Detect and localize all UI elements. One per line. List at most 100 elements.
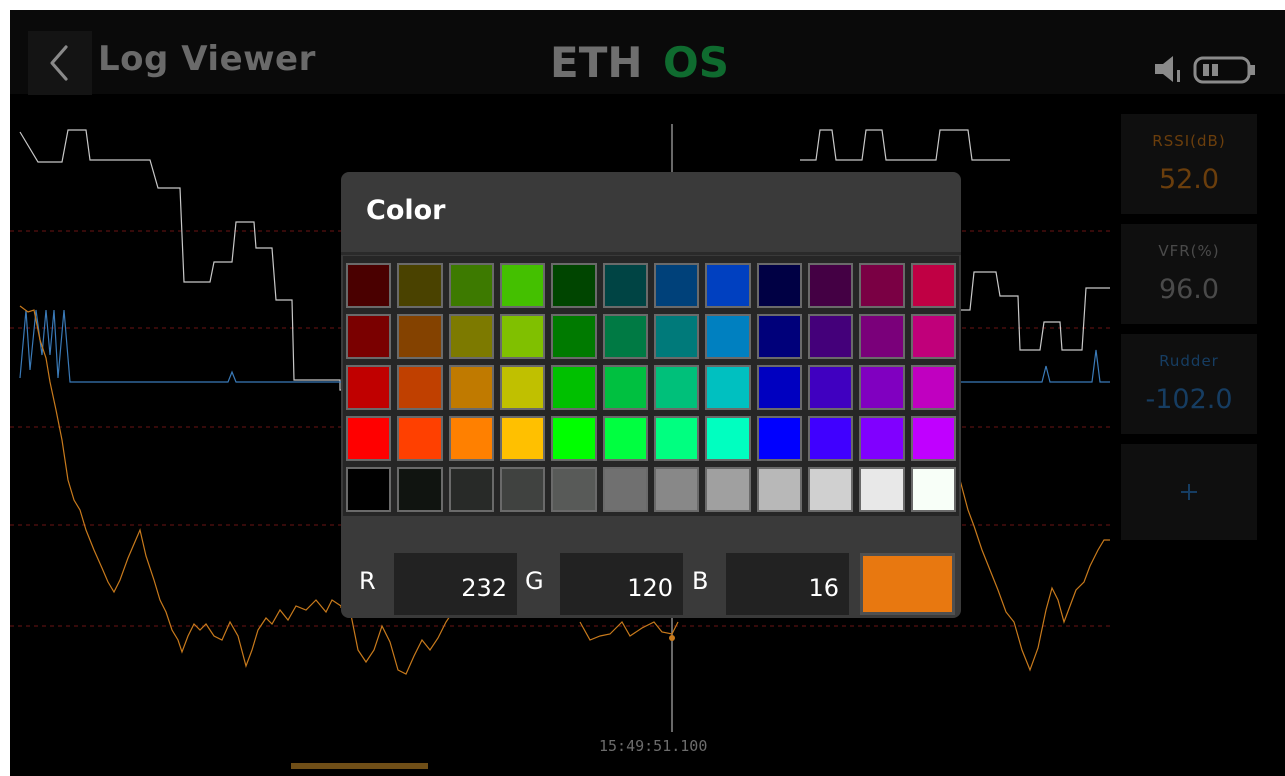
color-swatch[interactable] <box>394 413 445 464</box>
color-swatch[interactable] <box>600 362 651 413</box>
color-swatch-fill <box>448 365 494 410</box>
color-swatch[interactable] <box>754 362 805 413</box>
color-swatch-fill <box>653 263 700 308</box>
sensor-name: Rudder <box>1159 352 1219 370</box>
color-swatch[interactable] <box>856 260 907 311</box>
color-swatch[interactable] <box>651 311 702 362</box>
color-swatch[interactable] <box>446 464 497 515</box>
color-swatch[interactable] <box>446 413 497 464</box>
color-swatch-fill <box>705 416 751 461</box>
back-button[interactable] <box>28 31 92 95</box>
color-swatch[interactable] <box>548 413 599 464</box>
color-swatch[interactable] <box>497 311 548 362</box>
rssi-trace-right <box>959 479 1110 672</box>
ethos-logo: ETH OS <box>550 43 729 83</box>
color-dialog: Color R 232 G 120 B 16 <box>341 172 961 618</box>
logo-text-right: OS <box>663 43 729 83</box>
color-swatch[interactable] <box>394 311 445 362</box>
color-swatch[interactable] <box>446 311 497 362</box>
sensor-card-rssi[interactable]: RSSI(dB) 52.0 <box>1121 114 1257 214</box>
color-swatch[interactable] <box>343 413 394 464</box>
color-swatch[interactable] <box>600 413 651 464</box>
color-swatch[interactable] <box>805 311 856 362</box>
sensor-card-vfr[interactable]: VFR(%) 96.0 <box>1121 224 1257 324</box>
color-swatch-fill <box>448 416 494 461</box>
color-swatch-fill <box>602 467 648 512</box>
log-viewer-screen: Log Viewer ETH OS RSSI(dB) 52.0 VFR(%) 9… <box>10 10 1285 776</box>
logo-text-left: ETH <box>550 43 643 83</box>
color-swatch[interactable] <box>343 311 394 362</box>
green-value-field[interactable]: 120 <box>560 553 683 615</box>
color-swatch[interactable] <box>702 311 753 362</box>
color-swatch[interactable] <box>805 413 856 464</box>
color-swatch[interactable] <box>908 362 959 413</box>
color-swatch[interactable] <box>343 464 394 515</box>
color-swatch[interactable] <box>651 362 702 413</box>
color-swatch[interactable] <box>908 311 959 362</box>
color-preview-swatch[interactable] <box>860 553 955 615</box>
speaker-icon[interactable] <box>1153 54 1183 84</box>
color-swatch[interactable] <box>908 413 959 464</box>
blue-value-field[interactable]: 16 <box>726 553 849 615</box>
color-swatch-fill <box>602 263 648 308</box>
battery-icon <box>1193 56 1255 84</box>
add-sensor-button[interactable] <box>1121 444 1257 540</box>
color-swatch-fill <box>551 314 597 359</box>
color-swatch[interactable] <box>651 464 702 515</box>
color-swatch[interactable] <box>856 362 907 413</box>
color-swatch[interactable] <box>446 260 497 311</box>
timeline-scrollbar[interactable] <box>291 763 428 769</box>
color-swatch-fill <box>910 416 956 461</box>
color-swatch[interactable] <box>394 362 445 413</box>
color-swatch[interactable] <box>702 464 753 515</box>
red-value-field[interactable]: 232 <box>394 553 517 615</box>
color-swatch[interactable] <box>343 260 394 311</box>
color-swatch[interactable] <box>908 260 959 311</box>
color-swatch-fill <box>859 467 905 512</box>
color-swatch[interactable] <box>600 260 651 311</box>
color-swatch[interactable] <box>908 464 959 515</box>
color-swatch[interactable] <box>856 464 907 515</box>
color-swatch[interactable] <box>754 464 805 515</box>
color-swatch[interactable] <box>856 311 907 362</box>
color-swatch[interactable] <box>754 260 805 311</box>
color-swatch[interactable] <box>702 413 753 464</box>
color-swatch[interactable] <box>702 362 753 413</box>
color-swatch[interactable] <box>343 362 394 413</box>
color-swatch[interactable] <box>856 413 907 464</box>
color-swatch[interactable] <box>548 362 599 413</box>
color-swatch[interactable] <box>600 311 651 362</box>
color-swatch-fill <box>499 416 546 461</box>
color-swatch[interactable] <box>497 260 548 311</box>
sensor-name: VFR(%) <box>1158 242 1220 260</box>
color-swatch[interactable] <box>805 260 856 311</box>
color-swatch-fill <box>346 467 392 512</box>
color-swatch[interactable] <box>754 311 805 362</box>
color-swatch-fill <box>397 314 443 359</box>
color-swatch-fill <box>602 365 648 410</box>
color-swatch[interactable] <box>446 362 497 413</box>
color-swatch[interactable] <box>651 413 702 464</box>
color-swatch-fill <box>859 416 905 461</box>
dialog-title: Color <box>366 195 446 226</box>
color-swatch[interactable] <box>702 260 753 311</box>
color-swatch[interactable] <box>651 260 702 311</box>
color-swatch[interactable] <box>754 413 805 464</box>
green-value: 120 <box>627 574 673 602</box>
dialog-divider <box>341 252 961 255</box>
color-swatch[interactable] <box>805 362 856 413</box>
color-swatch[interactable] <box>600 464 651 515</box>
color-swatch[interactable] <box>497 362 548 413</box>
color-swatch[interactable] <box>394 464 445 515</box>
color-swatch-fill <box>397 263 443 308</box>
color-swatch[interactable] <box>548 260 599 311</box>
color-swatch[interactable] <box>548 311 599 362</box>
color-swatch-fill <box>756 416 802 461</box>
color-swatch[interactable] <box>548 464 599 515</box>
color-swatch[interactable] <box>394 260 445 311</box>
color-swatch[interactable] <box>497 464 548 515</box>
color-swatch-fill <box>910 314 956 359</box>
color-swatch[interactable] <box>497 413 548 464</box>
color-swatch[interactable] <box>805 464 856 515</box>
sensor-card-rudder[interactable]: Rudder -102.0 <box>1121 334 1257 434</box>
